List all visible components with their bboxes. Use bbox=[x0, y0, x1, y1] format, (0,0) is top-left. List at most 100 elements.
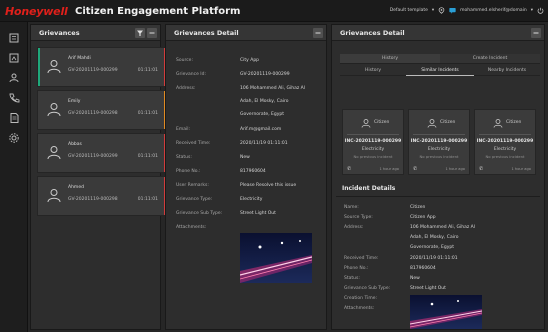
grievance-time: 01:11:01 bbox=[137, 154, 158, 159]
field-value: 106 Mohammed Ali, Gihaz Al bbox=[410, 225, 475, 230]
avatar-icon bbox=[361, 119, 371, 128]
grievance-detail-panel: Grievances Detail Source: City App Griev… bbox=[165, 24, 327, 330]
honeywell-logo: Honeywell bbox=[5, 5, 68, 18]
user-name[interactable]: mohammed.elsherif@domain bbox=[460, 8, 527, 13]
field-label: Attachments: bbox=[176, 225, 207, 230]
chevron-down-icon[interactable]: ▾ bbox=[432, 8, 434, 13]
power-icon[interactable] bbox=[537, 7, 544, 14]
location-icon[interactable] bbox=[438, 7, 445, 14]
phone-icon[interactable]: ✆ bbox=[479, 166, 483, 172]
phone-icon[interactable] bbox=[8, 92, 20, 104]
field-value: Adah, El Mosky, Cairo bbox=[410, 235, 459, 240]
icon-rail bbox=[0, 22, 28, 332]
incident-note: No previous incident bbox=[419, 154, 459, 159]
field-label: User Remarks: bbox=[176, 183, 209, 188]
user-menu-chevron-icon[interactable]: ▾ bbox=[531, 8, 533, 13]
field-value: 817960604 bbox=[410, 266, 436, 271]
chat-icon[interactable] bbox=[449, 7, 456, 14]
grievance-card[interactable]: Arif Mahdi GV-20201119-000299 01:11:01 bbox=[37, 47, 167, 87]
incident-age: 1 hour ago bbox=[445, 167, 466, 171]
grievance-card[interactable]: Abbas GV-20201119-000299 01:11:01 bbox=[37, 133, 167, 173]
attachment-image[interactable] bbox=[240, 233, 312, 283]
field-value: Citizen App bbox=[410, 215, 436, 220]
grievances-right-panel: Grievances Detail History Create Inciden… bbox=[331, 24, 545, 330]
phone-icon[interactable]: ✆ bbox=[347, 166, 351, 172]
people-icon[interactable] bbox=[8, 72, 20, 84]
incident-age: 1 hour ago bbox=[379, 167, 400, 171]
field-label: Address: bbox=[344, 225, 364, 230]
tab-similar-incidents[interactable]: Similar Incidents bbox=[406, 66, 474, 76]
field-label: Phone No.: bbox=[176, 169, 201, 174]
field-value: 106 Mohammed Ali, Gihaz Al bbox=[240, 86, 305, 91]
reporter-type: Citizen bbox=[440, 120, 456, 125]
filter-icon[interactable] bbox=[135, 28, 145, 38]
grievance-time: 01:11:01 bbox=[137, 68, 158, 73]
tab-nearby-incidents[interactable]: Nearby Incidents bbox=[474, 66, 540, 76]
menu-icon[interactable] bbox=[8, 32, 20, 44]
grievance-id: GV-20201119-000298 bbox=[68, 197, 118, 202]
field-value: Please Resolve this issue bbox=[240, 183, 297, 188]
incident-age: 1 hour ago bbox=[511, 167, 532, 171]
incident-card[interactable]: Citizen INC-20201119-000299 Electricity … bbox=[474, 109, 536, 175]
incident-note: No previous incident bbox=[353, 154, 393, 159]
incident-card[interactable]: Citizen INC-20201119-000299 Electricity … bbox=[342, 109, 404, 175]
incident-note: No previous incident bbox=[485, 154, 525, 159]
field-value: Street Light Out bbox=[410, 286, 446, 291]
field-value: GV-20201119-000299 bbox=[240, 72, 290, 77]
grievance-time: 01:11:01 bbox=[137, 197, 158, 202]
incident-category: Electricity bbox=[427, 147, 451, 152]
incident-id: INC-20201119-000299 bbox=[476, 139, 534, 144]
tab-history[interactable]: History bbox=[340, 66, 406, 76]
grievance-card[interactable]: Ahmed GV-20201119-000298 01:11:01 bbox=[37, 176, 167, 216]
grievances-panel-header: Grievances bbox=[31, 25, 160, 41]
avatar-icon bbox=[47, 103, 61, 117]
avatar-icon bbox=[47, 146, 61, 160]
field-label: Status: bbox=[344, 276, 360, 281]
tab-create-incident[interactable]: Create Incident bbox=[440, 54, 540, 64]
field-label: Creation Time: bbox=[344, 296, 377, 301]
app-title: Citizen Engagement Platform bbox=[75, 6, 241, 17]
incident-id: INC-20201119-000299 bbox=[410, 139, 468, 144]
field-label: Source Type: bbox=[344, 215, 373, 220]
right-panel-title: Grievances Detail bbox=[340, 29, 405, 37]
attachment-image[interactable] bbox=[410, 295, 482, 329]
selected-indicator bbox=[38, 48, 40, 86]
field-value: Adah, El Mosky, Cairo bbox=[240, 99, 289, 104]
citizen-name: Abbas bbox=[68, 142, 82, 147]
field-value: Citizen bbox=[410, 205, 426, 210]
card-footer: ✆ 1 hour ago bbox=[347, 166, 400, 173]
grievance-id: GV-20201119-000299 bbox=[68, 68, 118, 73]
incident-details-header: Incident Details bbox=[336, 181, 540, 197]
settings-icon[interactable] bbox=[8, 132, 20, 144]
grievance-card[interactable]: Emily GV-20201119-000298 01:11:01 bbox=[37, 90, 167, 130]
tab-history-top[interactable]: History bbox=[340, 54, 440, 64]
field-label: Name: bbox=[344, 205, 359, 210]
citizen-name: Ahmed bbox=[68, 185, 84, 190]
field-value: Governorate, Egypt bbox=[410, 245, 455, 250]
phone-icon[interactable]: ✆ bbox=[413, 166, 417, 172]
field-label: Address: bbox=[176, 86, 196, 91]
field-label: Grievance Id: bbox=[176, 72, 207, 77]
document-icon[interactable] bbox=[8, 112, 20, 124]
minus-icon[interactable] bbox=[531, 28, 541, 38]
minus-icon[interactable] bbox=[147, 28, 157, 38]
incident-card[interactable]: Citizen INC-20201119-000299 Electricity … bbox=[408, 109, 470, 175]
template-select[interactable]: Default template bbox=[390, 8, 428, 13]
grievances-title: Grievances bbox=[39, 29, 80, 37]
incident-category: Electricity bbox=[493, 147, 517, 152]
card-footer: ✆ 1 hour ago bbox=[479, 166, 532, 173]
incident-id: INC-20201119-000299 bbox=[344, 139, 402, 144]
minus-icon[interactable] bbox=[313, 28, 323, 38]
avatar-icon bbox=[427, 119, 437, 128]
detail-title: Grievances Detail bbox=[174, 29, 239, 37]
dashboard-icon[interactable] bbox=[8, 52, 20, 64]
grievance-id: GV-20201119-000299 bbox=[68, 154, 118, 159]
avatar-icon bbox=[47, 189, 61, 203]
divider bbox=[479, 134, 531, 135]
detail-panel-header: Grievances Detail bbox=[166, 25, 326, 41]
field-value: Street Light Out bbox=[240, 211, 276, 216]
avatar-icon bbox=[47, 60, 61, 74]
grievances-panel: Grievances Arif Mahdi GV-20201119-000299… bbox=[30, 24, 167, 330]
card-footer: ✆ 1 hour ago bbox=[413, 166, 466, 173]
field-value: 2020/11/19 01:11:01 bbox=[240, 141, 288, 146]
